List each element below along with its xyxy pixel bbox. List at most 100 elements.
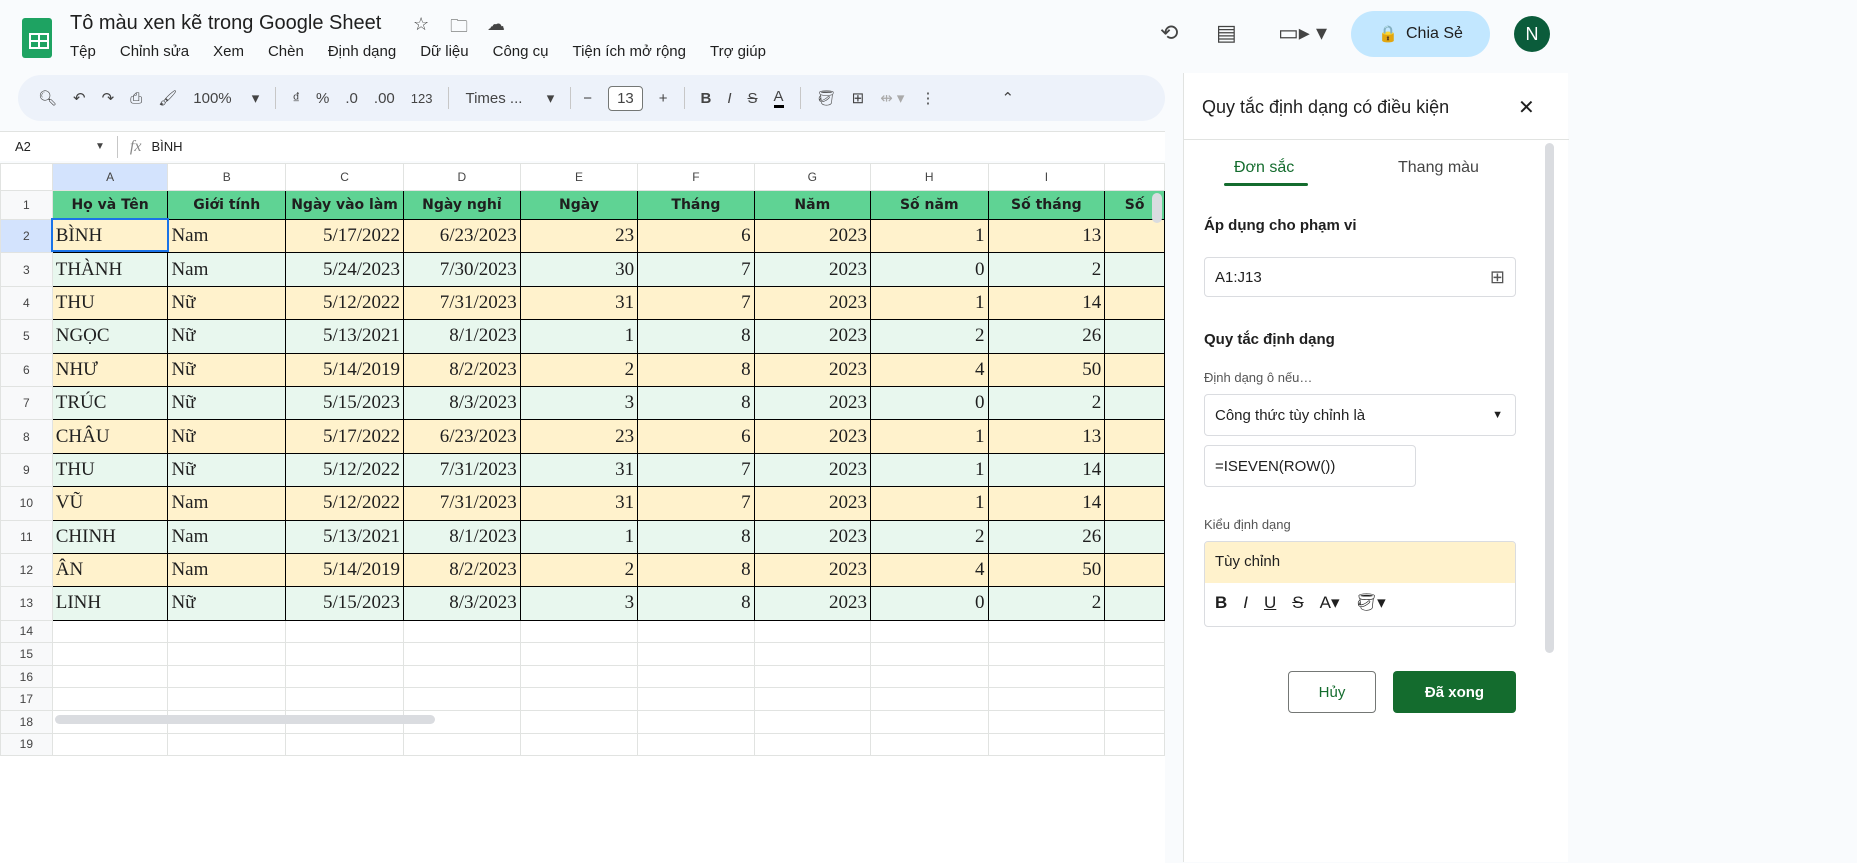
select-all-corner[interactable] xyxy=(0,163,53,191)
cell[interactable]: 5/15/2023 xyxy=(285,385,405,421)
cell[interactable] xyxy=(285,732,405,757)
cell[interactable] xyxy=(403,687,521,712)
italic-icon[interactable]: I xyxy=(727,90,731,107)
cell[interactable]: ÂN xyxy=(51,552,169,588)
cell[interactable]: Nữ xyxy=(167,285,287,321)
close-icon[interactable]: ✕ xyxy=(1518,95,1535,120)
cell[interactable] xyxy=(637,710,755,734)
font-select[interactable]: Times ... ▾ xyxy=(465,89,554,107)
cell[interactable]: NGỌC xyxy=(51,319,169,354)
row-header[interactable]: 13 xyxy=(0,586,53,621)
cell[interactable] xyxy=(403,619,521,644)
cell[interactable] xyxy=(869,732,989,757)
header-cell[interactable]: Tháng xyxy=(637,190,755,220)
row-header[interactable]: 2 xyxy=(0,218,53,254)
text-color-icon[interactable]: A xyxy=(773,88,784,108)
cell[interactable] xyxy=(167,619,287,644)
cell[interactable]: 1 xyxy=(519,319,639,354)
cell[interactable] xyxy=(1104,664,1165,689)
name-box[interactable]: A2 xyxy=(15,139,95,154)
cell[interactable] xyxy=(167,664,287,689)
menu-item[interactable]: Trợ giúp xyxy=(710,43,766,60)
cell[interactable]: NHƯ xyxy=(51,352,169,387)
font-size-decrease[interactable]: − xyxy=(583,90,592,107)
cell[interactable]: 2023 xyxy=(753,586,871,621)
cell[interactable]: 2023 xyxy=(753,519,871,554)
cell[interactable]: Nam xyxy=(167,519,287,554)
cell[interactable]: 26 xyxy=(987,519,1106,554)
row-header[interactable]: 17 xyxy=(0,687,53,712)
cell[interactable]: 2023 xyxy=(753,319,871,354)
cell[interactable]: 8 xyxy=(637,319,755,354)
cell[interactable] xyxy=(869,642,989,666)
cell[interactable] xyxy=(285,687,405,712)
cell[interactable] xyxy=(1104,687,1165,712)
cell[interactable]: 1 xyxy=(869,285,989,321)
cell[interactable] xyxy=(51,687,169,712)
redo-icon[interactable]: ↷ xyxy=(102,89,115,107)
column-header[interactable]: A xyxy=(51,163,169,191)
star-icon[interactable]: ☆ xyxy=(413,14,429,35)
bold-icon[interactable]: B xyxy=(701,90,712,107)
cell[interactable] xyxy=(869,710,989,734)
cell[interactable] xyxy=(519,619,639,644)
row-header[interactable]: 1 xyxy=(0,190,53,220)
panel-scrollbar[interactable] xyxy=(1545,143,1554,653)
cell[interactable]: 2 xyxy=(869,519,989,554)
currency-format[interactable]: ₫ xyxy=(292,90,300,107)
cell[interactable]: 2 xyxy=(987,385,1106,421)
font-size-input[interactable]: 13 xyxy=(608,85,643,111)
cell[interactable]: 5/12/2022 xyxy=(285,285,405,321)
cell[interactable]: 31 xyxy=(519,486,639,521)
collapse-icon[interactable]: ⌃ xyxy=(1001,89,1014,107)
cell[interactable]: 2023 xyxy=(753,218,871,254)
column-header[interactable]: F xyxy=(637,163,755,191)
range-input[interactable]: A1:J13 ⊞ xyxy=(1204,257,1516,297)
cell[interactable] xyxy=(1104,519,1165,554)
cell[interactable] xyxy=(519,664,639,689)
column-header[interactable]: D xyxy=(403,163,521,191)
cell[interactable]: 2023 xyxy=(753,452,871,488)
share-button[interactable]: 🔒 Chia Sẻ xyxy=(1351,11,1490,57)
cloud-saved-icon[interactable]: ☁ xyxy=(487,14,505,35)
row-header[interactable]: 6 xyxy=(0,352,53,387)
cell[interactable] xyxy=(869,687,989,712)
cell[interactable]: 7/31/2023 xyxy=(403,452,521,488)
cell[interactable] xyxy=(285,664,405,689)
cell[interactable] xyxy=(167,642,287,666)
menu-item[interactable]: Công cụ xyxy=(493,43,549,60)
cell[interactable] xyxy=(869,619,989,644)
cell[interactable]: Nữ xyxy=(167,586,287,621)
cell[interactable] xyxy=(1104,385,1165,421)
cell[interactable]: 5/24/2023 xyxy=(285,252,405,287)
cell[interactable] xyxy=(987,687,1106,712)
row-header[interactable]: 5 xyxy=(0,319,53,354)
cell[interactable]: 5/14/2019 xyxy=(285,552,405,588)
cell[interactable]: 1 xyxy=(869,452,989,488)
fill-color-icon[interactable]: 🪣︎▾ xyxy=(1356,593,1386,613)
cell[interactable]: 2023 xyxy=(753,352,871,387)
cell[interactable]: 2 xyxy=(987,252,1106,287)
formula-input[interactable]: BÌNH xyxy=(151,139,182,154)
underline-icon[interactable]: U xyxy=(1264,593,1276,613)
cell[interactable] xyxy=(1104,642,1165,666)
cell[interactable] xyxy=(1104,552,1165,588)
header-cell[interactable]: Số tháng xyxy=(987,190,1106,220)
cell[interactable] xyxy=(1104,452,1165,488)
cell[interactable]: 2023 xyxy=(753,385,871,421)
cell[interactable]: THÀNH xyxy=(51,252,169,287)
column-header[interactable]: E xyxy=(519,163,639,191)
cell[interactable] xyxy=(987,642,1106,666)
cell[interactable]: 8/1/2023 xyxy=(403,519,521,554)
cell[interactable]: 8 xyxy=(637,586,755,621)
cell[interactable] xyxy=(1104,419,1165,454)
cell[interactable]: 23 xyxy=(519,218,639,254)
horizontal-scrollbar[interactable] xyxy=(55,715,435,724)
cell[interactable]: 14 xyxy=(987,486,1106,521)
column-header[interactable]: C xyxy=(285,163,405,191)
row-header[interactable]: 4 xyxy=(0,285,53,321)
row-header[interactable]: 3 xyxy=(0,252,53,287)
chevron-down-icon[interactable]: ▼ xyxy=(95,141,105,152)
cell[interactable]: 1 xyxy=(869,486,989,521)
print-icon[interactable]: ⎙ xyxy=(130,90,142,107)
